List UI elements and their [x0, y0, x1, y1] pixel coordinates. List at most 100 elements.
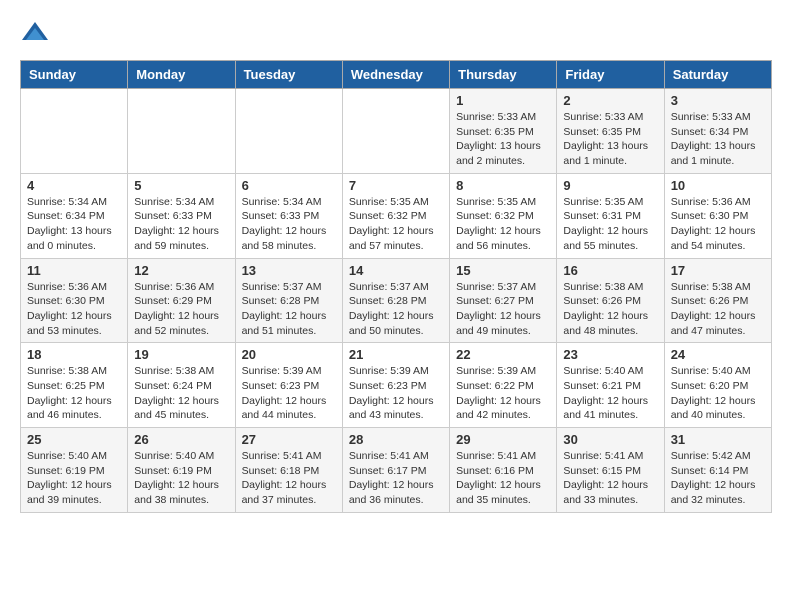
- calendar-cell: 5 Sunrise: 5:34 AM Sunset: 6:33 PM Daylig…: [128, 173, 235, 258]
- weekday-header-wednesday: Wednesday: [342, 61, 449, 89]
- day-info: Sunrise: 5:33 AM Sunset: 6:35 PM Dayligh…: [563, 110, 657, 169]
- day-number: 6: [242, 178, 336, 193]
- day-info: Sunrise: 5:33 AM Sunset: 6:35 PM Dayligh…: [456, 110, 550, 169]
- calendar-table: SundayMondayTuesdayWednesdayThursdayFrid…: [20, 60, 772, 513]
- day-info: Sunrise: 5:38 AM Sunset: 6:24 PM Dayligh…: [134, 364, 228, 423]
- day-number: 12: [134, 263, 228, 278]
- day-info: Sunrise: 5:39 AM Sunset: 6:22 PM Dayligh…: [456, 364, 550, 423]
- calendar-cell: 29 Sunrise: 5:41 AM Sunset: 6:16 PM Dayli…: [450, 428, 557, 513]
- day-number: 7: [349, 178, 443, 193]
- calendar-cell: 31 Sunrise: 5:42 AM Sunset: 6:14 PM Dayli…: [664, 428, 771, 513]
- day-number: 20: [242, 347, 336, 362]
- page: SundayMondayTuesdayWednesdayThursdayFrid…: [0, 0, 792, 533]
- calendar-cell: [235, 89, 342, 174]
- calendar-cell: 21Sunrise: 5:39 AM Sunset: 6:23 PM Dayli…: [342, 343, 449, 428]
- day-number: 1: [456, 93, 550, 108]
- day-number: 21: [349, 347, 443, 362]
- day-info: Sunrise: 5:41 AM Sunset: 6:16 PM Dayligh…: [456, 449, 550, 508]
- calendar-cell: 11 Sunrise: 5:36 AM Sunset: 6:30 PM Dayli…: [21, 258, 128, 343]
- day-info: Sunrise: 5:34 AM Sunset: 6:34 PM Dayligh…: [27, 195, 121, 254]
- day-info: Sunrise: 5:35 AM Sunset: 6:32 PM Dayligh…: [349, 195, 443, 254]
- day-number: 13: [242, 263, 336, 278]
- calendar-cell: 13 Sunrise: 5:37 AM Sunset: 6:28 PM Dayli…: [235, 258, 342, 343]
- day-number: 19: [134, 347, 228, 362]
- week-row-1: 1 Sunrise: 5:33 AM Sunset: 6:35 PM Daylig…: [21, 89, 772, 174]
- day-number: 9: [563, 178, 657, 193]
- day-number: 4: [27, 178, 121, 193]
- calendar-cell: 6 Sunrise: 5:34 AM Sunset: 6:33 PM Daylig…: [235, 173, 342, 258]
- day-number: 11: [27, 263, 121, 278]
- calendar-cell: 22 Sunrise: 5:39 AM Sunset: 6:22 PM Dayli…: [450, 343, 557, 428]
- day-number: 29: [456, 432, 550, 447]
- calendar-cell: 4 Sunrise: 5:34 AM Sunset: 6:34 PM Daylig…: [21, 173, 128, 258]
- weekday-header-tuesday: Tuesday: [235, 61, 342, 89]
- day-info: Sunrise: 5:40 AM Sunset: 6:19 PM Dayligh…: [134, 449, 228, 508]
- day-info: Sunrise: 5:33 AM Sunset: 6:34 PM Dayligh…: [671, 110, 765, 169]
- day-info: Sunrise: 5:38 AM Sunset: 6:26 PM Dayligh…: [671, 280, 765, 339]
- calendar-header: SundayMondayTuesdayWednesdayThursdayFrid…: [21, 61, 772, 89]
- day-number: 10: [671, 178, 765, 193]
- weekday-header-saturday: Saturday: [664, 61, 771, 89]
- day-number: 22: [456, 347, 550, 362]
- weekday-header-friday: Friday: [557, 61, 664, 89]
- day-number: 24: [671, 347, 765, 362]
- day-info: Sunrise: 5:41 AM Sunset: 6:17 PM Dayligh…: [349, 449, 443, 508]
- calendar-cell: 10Sunrise: 5:36 AM Sunset: 6:30 PM Dayli…: [664, 173, 771, 258]
- day-number: 23: [563, 347, 657, 362]
- weekday-header-monday: Monday: [128, 61, 235, 89]
- calendar-cell: 14Sunrise: 5:37 AM Sunset: 6:28 PM Dayli…: [342, 258, 449, 343]
- calendar-cell: [21, 89, 128, 174]
- calendar-cell: 30 Sunrise: 5:41 AM Sunset: 6:15 PM Dayli…: [557, 428, 664, 513]
- day-number: 28: [349, 432, 443, 447]
- day-number: 25: [27, 432, 121, 447]
- calendar-cell: 25Sunrise: 5:40 AM Sunset: 6:19 PM Dayli…: [21, 428, 128, 513]
- calendar-cell: 1 Sunrise: 5:33 AM Sunset: 6:35 PM Daylig…: [450, 89, 557, 174]
- day-info: Sunrise: 5:34 AM Sunset: 6:33 PM Dayligh…: [242, 195, 336, 254]
- day-info: Sunrise: 5:37 AM Sunset: 6:28 PM Dayligh…: [242, 280, 336, 339]
- day-info: Sunrise: 5:38 AM Sunset: 6:25 PM Dayligh…: [27, 364, 121, 423]
- day-info: Sunrise: 5:39 AM Sunset: 6:23 PM Dayligh…: [242, 364, 336, 423]
- day-number: 5: [134, 178, 228, 193]
- day-number: 17: [671, 263, 765, 278]
- calendar-cell: 20 Sunrise: 5:39 AM Sunset: 6:23 PM Dayli…: [235, 343, 342, 428]
- calendar-cell: 17 Sunrise: 5:38 AM Sunset: 6:26 PM Dayli…: [664, 258, 771, 343]
- day-info: Sunrise: 5:37 AM Sunset: 6:27 PM Dayligh…: [456, 280, 550, 339]
- week-row-5: 25 Sunrise: 5:40 AM Sunset: 6:19 PM Dayli…: [21, 428, 772, 513]
- calendar-cell: [342, 89, 449, 174]
- calendar-body: 1 Sunrise: 5:33 AM Sunset: 6:35 PM Daylig…: [21, 89, 772, 513]
- logo: [20, 20, 54, 50]
- day-info: Sunrise: 5:35 AM Sunset: 6:32 PM Dayligh…: [456, 195, 550, 254]
- weekday-header-row: SundayMondayTuesdayWednesdayThursdayFrid…: [21, 61, 772, 89]
- week-row-2: 4 Sunrise: 5:34 AM Sunset: 6:34 PM Daylig…: [21, 173, 772, 258]
- calendar-cell: [128, 89, 235, 174]
- day-info: Sunrise: 5:38 AM Sunset: 6:26 PM Dayligh…: [563, 280, 657, 339]
- logo-icon: [20, 20, 50, 50]
- calendar-cell: 23Sunrise: 5:40 AM Sunset: 6:21 PM Dayli…: [557, 343, 664, 428]
- day-info: Sunrise: 5:34 AM Sunset: 6:33 PM Dayligh…: [134, 195, 228, 254]
- calendar-cell: 16Sunrise: 5:38 AM Sunset: 6:26 PM Dayli…: [557, 258, 664, 343]
- calendar-cell: 15 Sunrise: 5:37 AM Sunset: 6:27 PM Dayli…: [450, 258, 557, 343]
- calendar-cell: 3Sunrise: 5:33 AM Sunset: 6:34 PM Daylig…: [664, 89, 771, 174]
- calendar-cell: 7 Sunrise: 5:35 AM Sunset: 6:32 PM Daylig…: [342, 173, 449, 258]
- week-row-4: 18 Sunrise: 5:38 AM Sunset: 6:25 PM Dayli…: [21, 343, 772, 428]
- weekday-header-sunday: Sunday: [21, 61, 128, 89]
- day-number: 27: [242, 432, 336, 447]
- header: [20, 20, 772, 50]
- calendar-cell: 12Sunrise: 5:36 AM Sunset: 6:29 PM Dayli…: [128, 258, 235, 343]
- calendar-cell: 27 Sunrise: 5:41 AM Sunset: 6:18 PM Dayli…: [235, 428, 342, 513]
- day-number: 15: [456, 263, 550, 278]
- day-number: 31: [671, 432, 765, 447]
- calendar-cell: 2Sunrise: 5:33 AM Sunset: 6:35 PM Daylig…: [557, 89, 664, 174]
- day-number: 18: [27, 347, 121, 362]
- calendar-cell: 26Sunrise: 5:40 AM Sunset: 6:19 PM Dayli…: [128, 428, 235, 513]
- calendar-cell: 18 Sunrise: 5:38 AM Sunset: 6:25 PM Dayli…: [21, 343, 128, 428]
- calendar-cell: 9Sunrise: 5:35 AM Sunset: 6:31 PM Daylig…: [557, 173, 664, 258]
- day-info: Sunrise: 5:40 AM Sunset: 6:20 PM Dayligh…: [671, 364, 765, 423]
- day-number: 14: [349, 263, 443, 278]
- day-info: Sunrise: 5:41 AM Sunset: 6:15 PM Dayligh…: [563, 449, 657, 508]
- day-info: Sunrise: 5:36 AM Sunset: 6:30 PM Dayligh…: [27, 280, 121, 339]
- day-info: Sunrise: 5:42 AM Sunset: 6:14 PM Dayligh…: [671, 449, 765, 508]
- calendar-cell: 28 Sunrise: 5:41 AM Sunset: 6:17 PM Dayli…: [342, 428, 449, 513]
- day-info: Sunrise: 5:41 AM Sunset: 6:18 PM Dayligh…: [242, 449, 336, 508]
- day-number: 30: [563, 432, 657, 447]
